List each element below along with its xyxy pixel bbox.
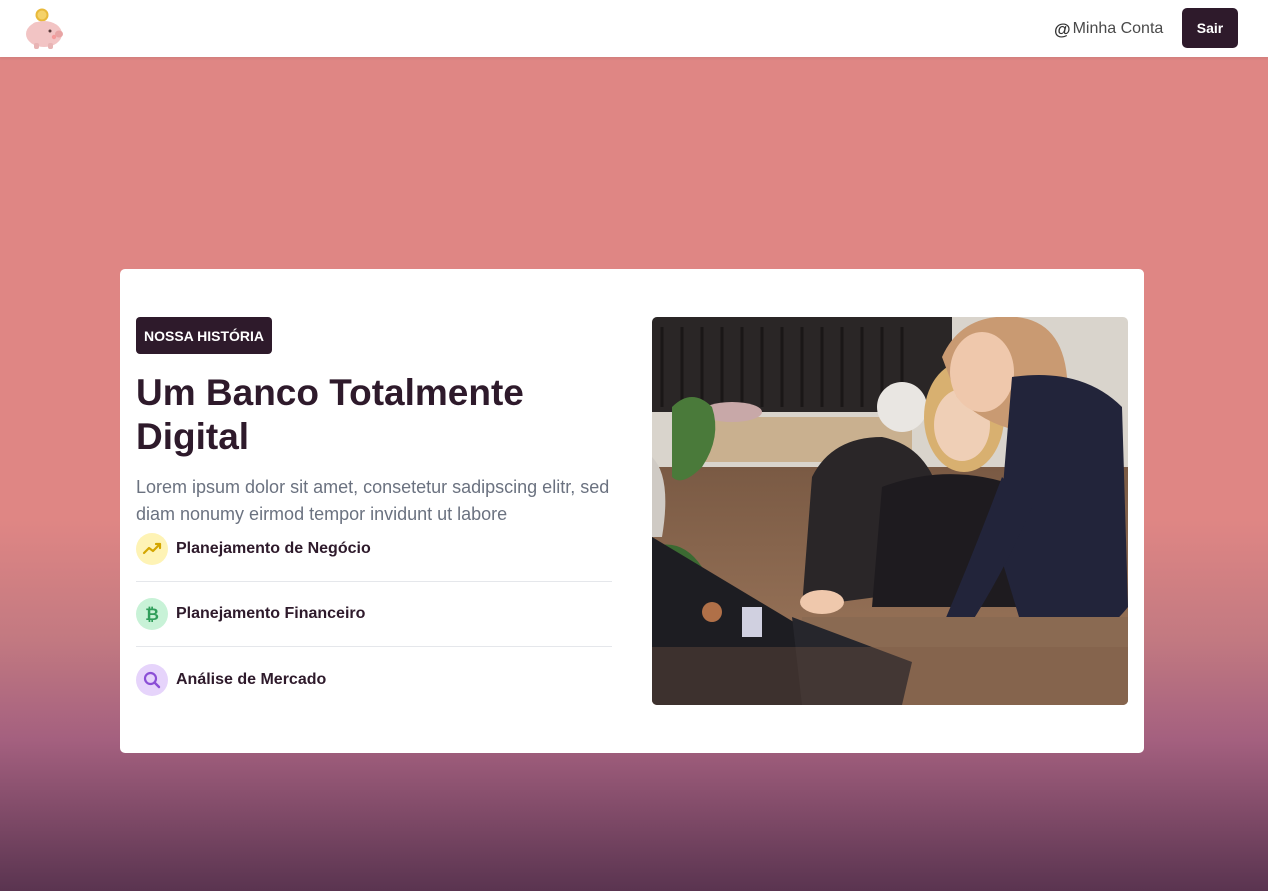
- logout-button[interactable]: Sair: [1182, 8, 1238, 48]
- feature-market-analysis: Análise de Mercado: [136, 647, 612, 712]
- my-account-label: Minha Conta: [1072, 20, 1164, 37]
- bitcoin-icon: ₿: [136, 598, 168, 630]
- svg-text:₿: ₿: [145, 605, 159, 624]
- trend-up-icon: [136, 532, 168, 565]
- section-badge: NOSSA HISTÓRIA: [136, 317, 273, 354]
- feature-financial-planning: ₿ Planejamento Financeiro: [136, 582, 612, 647]
- page-title: Um Banco Totalmente Digital: [136, 372, 524, 457]
- my-account-link[interactable]: @ Minha Conta: [1054, 19, 1163, 39]
- story-card: NOSSA HISTÓRIA Um Banco Totalmente Digit…: [120, 269, 1144, 753]
- top-navbar: @ Minha Conta Sair: [0, 0, 1268, 57]
- at-icon: @: [1054, 19, 1071, 39]
- feature-label: Planejamento Financeiro: [176, 605, 366, 622]
- feature-label: Planejamento de Negócio: [176, 539, 371, 557]
- feature-list: Planejamento de Negócio ₿ Planejamento F…: [136, 526, 612, 712]
- search-icon: [136, 663, 168, 696]
- piggy-bank-icon[interactable]: [24, 6, 66, 50]
- feature-label: Análise de Mercado: [176, 670, 327, 688]
- feature-business-planning: Planejamento de Negócio: [136, 516, 612, 582]
- office-photo: [652, 317, 1128, 705]
